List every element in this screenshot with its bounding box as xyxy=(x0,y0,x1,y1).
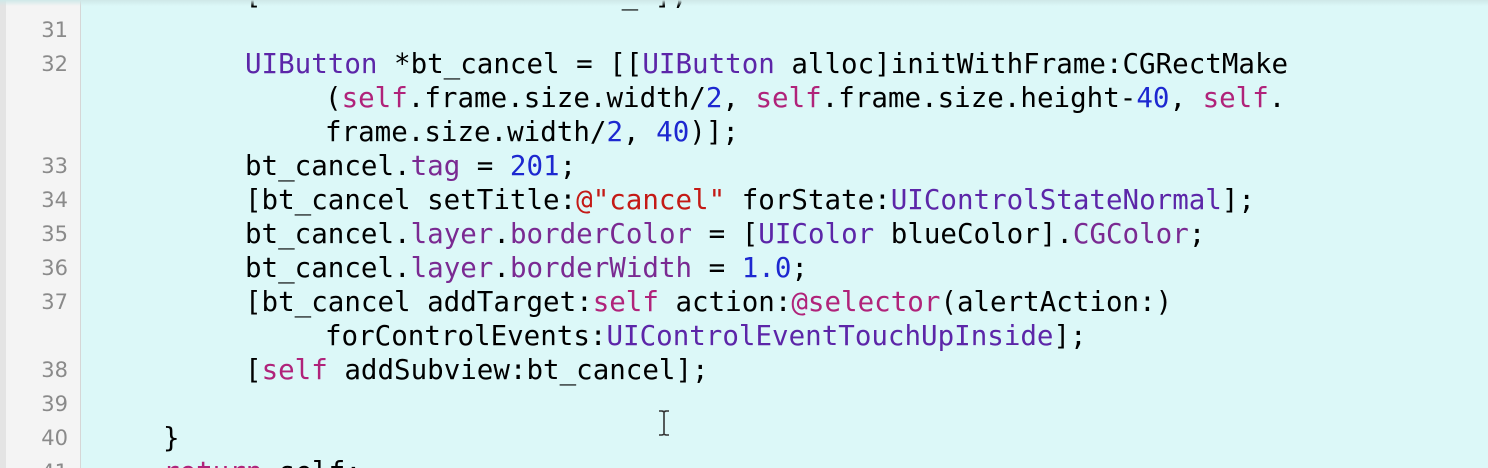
code-token: . xyxy=(1268,82,1286,114)
code-line-37: [bt_cancel addTarget:self action:@select… xyxy=(245,285,1172,319)
line-number: 33 xyxy=(41,154,68,178)
code-editor[interactable]: [_ ]; 31 32 UIButton *bt_cancel = [[UIBu… xyxy=(0,0,1488,468)
line-number: 37 xyxy=(41,290,68,314)
gutter-edge xyxy=(0,0,6,468)
line-number: 38 xyxy=(41,358,68,382)
code-token: action: xyxy=(658,286,792,318)
code-token: self xyxy=(341,82,408,114)
code-token: UIControlEventTouchUpInside xyxy=(606,320,1054,352)
code-token: layer xyxy=(410,218,494,250)
code-token: . xyxy=(493,218,510,250)
code-token: borderColor xyxy=(509,218,693,250)
code-token: tag xyxy=(410,150,461,182)
code-token: self xyxy=(755,82,822,114)
code-token: , xyxy=(1169,82,1203,114)
line-number: 31 xyxy=(41,18,68,42)
code-line-38: [self addSubview:bt_cancel]; xyxy=(245,353,709,387)
code-token: *bt_cancel = [[ xyxy=(377,48,643,80)
code-token: .frame.size.width/ xyxy=(407,82,706,114)
code-token: addSubview:bt_cancel]; xyxy=(327,354,709,386)
code-token: )]; xyxy=(689,116,739,148)
code-token: ; xyxy=(791,252,808,284)
line-number: 34 xyxy=(41,188,68,212)
code-token: UIButton xyxy=(642,48,775,80)
code-token: CGRectMake xyxy=(1122,48,1289,80)
line-number: 41 xyxy=(8,455,68,468)
code-line-32-wrap-1: (self.frame.size.width/2, self.frame.siz… xyxy=(325,81,1285,115)
code-token: return xyxy=(163,456,262,468)
code-token: blueColor]. xyxy=(874,218,1073,250)
code-line-41: return self; xyxy=(163,455,362,468)
code-token: , xyxy=(722,82,756,114)
code-token: CGColor xyxy=(1072,218,1189,250)
code-token: @"cancel" xyxy=(576,184,726,216)
code-token: borderWidth xyxy=(509,252,693,284)
code-line-35: bt_cancel.layer.borderColor = [UIColor b… xyxy=(245,217,1205,251)
line-number: 32 xyxy=(41,52,68,76)
code-token: UIControlStateNormal xyxy=(890,184,1222,216)
code-token: [bt_cancel setTitle: xyxy=(245,184,577,216)
code-token: = [ xyxy=(692,218,759,250)
text-cursor-icon xyxy=(657,410,671,436)
code-token: frame.size.width/ xyxy=(325,116,607,148)
code-token: = xyxy=(692,252,742,284)
code-token: self xyxy=(1202,82,1269,114)
code-token: ; xyxy=(1188,218,1206,250)
code-line-33: bt_cancel.tag = 201; xyxy=(245,149,576,183)
code-line-32: UIButton *bt_cancel = [[UIButton alloc]i… xyxy=(245,47,1288,81)
code-token: UIColor xyxy=(758,218,875,250)
code-token: 2 xyxy=(606,116,624,148)
code-token: . xyxy=(493,252,510,284)
code-token: [ xyxy=(245,354,262,386)
code-token: layer xyxy=(410,252,494,284)
code-token: forControlEvents: xyxy=(325,320,607,352)
line-number: 36 xyxy=(41,256,68,280)
code-token: bt_cancel. xyxy=(245,150,411,182)
code-line-40: } xyxy=(163,421,180,455)
code-line-36: bt_cancel.layer.borderWidth = 1.0; xyxy=(245,251,808,285)
code-token: @selector xyxy=(791,286,941,318)
code-token: alloc]initWithFrame: xyxy=(774,48,1123,80)
line-number: 39 xyxy=(41,392,68,416)
line-number: 35 xyxy=(41,222,68,246)
code-token: forState: xyxy=(725,184,891,216)
code-token: [bt_cancel addTarget: xyxy=(245,286,593,318)
line-number: 40 xyxy=(41,426,68,450)
code-token: 1.0 xyxy=(741,252,792,284)
code-token: 2 xyxy=(705,82,723,114)
code-token: , xyxy=(623,116,657,148)
code-token: } xyxy=(163,422,180,454)
code-token: self xyxy=(592,286,659,318)
code-token: ]; xyxy=(1221,184,1255,216)
code-token: 40 xyxy=(1136,82,1170,114)
code-token: bt_cancel. xyxy=(245,252,411,284)
code-token: 40 xyxy=(656,116,690,148)
code-token: self xyxy=(261,354,328,386)
code-token: .frame.size.height- xyxy=(821,82,1137,114)
code-token: bt_cancel. xyxy=(245,218,411,250)
code-token: self; xyxy=(262,456,362,468)
code-token: ; xyxy=(559,150,577,182)
code-line-34: [bt_cancel setTitle:@"cancel" forState:U… xyxy=(245,183,1255,217)
code-line-32-wrap-2: frame.size.width/2, 40)]; xyxy=(325,115,739,149)
code-token: ( xyxy=(325,82,342,114)
top-fade xyxy=(0,0,1488,6)
code-line-37-wrap-1: forControlEvents:UIControlEventTouchUpIn… xyxy=(325,319,1087,353)
code-token: (alertAction:) xyxy=(940,286,1173,318)
code-token: 201 xyxy=(509,150,560,182)
code-token: ]; xyxy=(1053,320,1087,352)
code-token: = xyxy=(460,150,510,182)
code-token: UIButton xyxy=(245,48,378,80)
